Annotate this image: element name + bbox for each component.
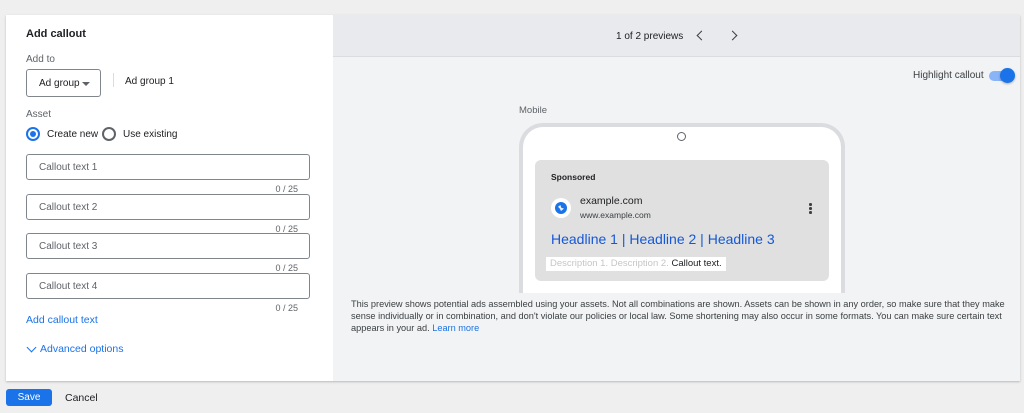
panel-title: Add callout: [26, 28, 86, 40]
ad-callout: Callout text.: [671, 258, 722, 269]
divider: [113, 73, 114, 87]
ad-preview: Sponsored example.com www.example.com He…: [535, 160, 829, 281]
ad-group-name: Ad group 1: [125, 76, 174, 87]
preview-panel: 1 of 2 previews Highlight callout Mobile…: [333, 15, 1020, 381]
ad-url: www.example.com: [580, 210, 651, 220]
use-existing-label[interactable]: Use existing: [123, 129, 177, 140]
learn-more-link[interactable]: Learn more: [432, 323, 479, 333]
callout-text-2-field[interactable]: Callout text 2: [26, 194, 310, 220]
add-to-label: Add to: [26, 54, 55, 65]
preview-disclaimer: This preview shows potential ads assembl…: [351, 298, 1011, 334]
device-label: Mobile: [519, 105, 547, 116]
ad-headline: Headline 1 | Headline 2 | Headline 3: [551, 231, 775, 247]
chevron-right-icon[interactable]: [727, 30, 738, 41]
sponsored-label: Sponsored: [551, 172, 596, 182]
ad-domain: example.com: [580, 195, 643, 207]
cancel-button[interactable]: Cancel: [65, 392, 98, 404]
char-counter: 0 / 25: [275, 303, 298, 313]
advanced-options-link[interactable]: Advanced options: [40, 343, 123, 355]
caret-down-icon: [82, 82, 90, 86]
callout-text-4-field[interactable]: Callout text 4: [26, 273, 310, 299]
ad-description: Description 1. Description 2.: [550, 258, 669, 269]
create-new-radio[interactable]: [26, 127, 40, 141]
level-dropdown[interactable]: Ad group: [26, 69, 101, 97]
callout-text-3-field[interactable]: Callout text 3: [26, 233, 310, 259]
chevron-left-icon[interactable]: [696, 30, 707, 41]
create-new-label[interactable]: Create new: [47, 129, 98, 140]
use-existing-radio[interactable]: [102, 127, 116, 141]
preview-toolbar: 1 of 2 previews: [333, 15, 1020, 57]
save-button[interactable]: Save: [6, 389, 52, 406]
level-dropdown-value: Ad group: [39, 78, 80, 89]
char-counter: 0 / 25: [275, 184, 298, 194]
globe-icon: [551, 198, 571, 218]
callout-editor-card: Add callout Add to Ad group Ad group 1 A…: [6, 15, 1020, 381]
callout-text-1-field[interactable]: Callout text 1: [26, 154, 310, 180]
phone-frame: Sponsored example.com www.example.com He…: [519, 123, 845, 293]
asset-label: Asset: [26, 109, 52, 120]
more-vert-icon: [809, 203, 812, 214]
char-counter: 0 / 25: [275, 263, 298, 273]
add-callout-text-link[interactable]: Add callout text: [26, 314, 98, 326]
callout-form-panel: Add callout Add to Ad group Ad group 1 A…: [6, 15, 333, 381]
preview-pager: 1 of 2 previews: [616, 31, 684, 42]
ad-description-row: Description 1. Description 2. Callout te…: [546, 257, 726, 271]
chevron-down-icon[interactable]: [26, 342, 37, 353]
highlight-callout-label: Highlight callout: [913, 70, 984, 81]
toggle-knob[interactable]: [1000, 68, 1015, 83]
camera-icon: [677, 132, 686, 141]
